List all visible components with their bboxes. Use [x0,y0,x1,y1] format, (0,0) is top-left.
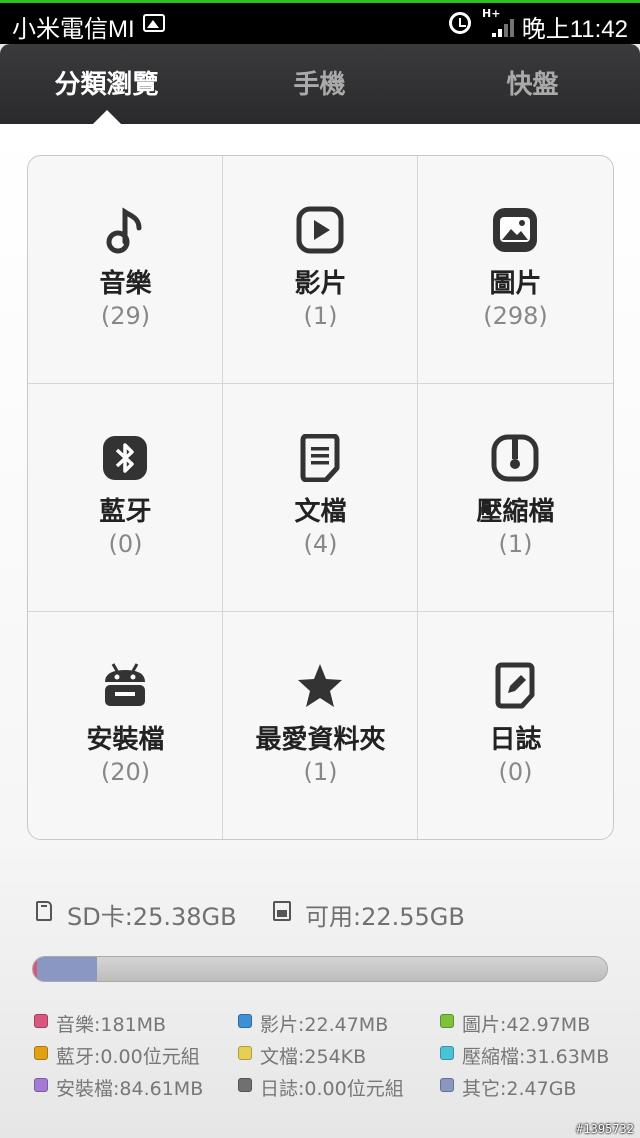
note-edit-icon [495,662,535,709]
category-label: 壓縮檔 [476,497,555,527]
category-count: (0) [498,758,533,786]
video-play-icon [296,206,344,254]
status-bar: 小米電信MI H+ 晚上11:42 [0,0,640,44]
legend-text: 文檔:254KB [260,1046,367,1068]
legend-text: 藍牙:0.00位元組 [56,1046,200,1068]
legend-swatch [238,1046,252,1060]
tab-phone[interactable]: 手機 [213,44,426,124]
legend-swatch [34,1046,48,1060]
carrier-name: 小米電信MI [12,16,135,43]
legend-swatch [440,1078,454,1092]
category-count: (29) [100,302,151,330]
document-icon [300,434,340,482]
category-label: 影片 [294,269,347,299]
bluetooth-icon [103,436,147,480]
category-count: (1) [498,530,533,558]
legend-swatch [238,1014,252,1028]
picture-icon [493,208,537,252]
signal-icon [492,17,520,37]
legend-swatch [440,1014,454,1028]
legend-text: 日誌:0.00位元組 [260,1078,404,1100]
music-note-icon [106,207,142,254]
legend-swatch [238,1078,252,1092]
category-document[interactable]: 文檔 (4) [223,384,418,611]
sd-card-icon [36,901,52,921]
category-archive[interactable]: 壓縮檔 (1) [418,384,613,611]
category-count: (4) [303,530,338,558]
category-label: 文檔 [294,497,347,527]
legend-text: 安裝檔:84.61MB [56,1078,204,1100]
main-content: 音樂 (29) 影片 (1) 圖片 (298) 藍牙 (0) 文檔 (4) 壓縮… [0,124,640,1138]
category-count: (20) [100,758,151,786]
screenshot-notification-icon [143,14,165,32]
legend-swatch [34,1078,48,1092]
clock: 晚上11:42 [521,16,628,43]
category-log[interactable]: 日誌 (0) [418,612,613,839]
category-picture[interactable]: 圖片 (298) [418,156,613,383]
star-icon [298,664,342,707]
category-count: (0) [108,530,143,558]
legend-swatch [34,1014,48,1028]
category-video[interactable]: 影片 (1) [223,156,418,383]
legend-text: 音樂:181MB [56,1014,167,1036]
category-label: 最愛資料夾 [255,725,386,755]
archive-icon [491,434,539,482]
legend-text: 其它:2.47GB [462,1078,577,1100]
available-storage-icon [273,901,291,921]
category-label: 圖片 [489,269,542,299]
category-apk[interactable]: 安裝檔 (20) [28,612,223,839]
category-label: 日誌 [489,725,542,755]
category-favorites[interactable]: 最愛資料夾 (1) [223,612,418,839]
sd-capacity: SD卡:25.38GB [67,903,237,931]
category-count: (1) [303,758,338,786]
category-music[interactable]: 音樂 (29) [28,156,223,383]
category-label: 藍牙 [99,497,152,527]
watermark: #1395732 [576,1122,634,1136]
category-label: 安裝檔 [86,725,165,755]
active-tab-indicator [92,110,122,125]
android-icon [105,663,145,706]
legend-swatch [440,1046,454,1060]
tab-kuaipan[interactable]: 快盤 [426,44,639,124]
category-label: 音樂 [99,269,152,299]
alarm-icon [449,12,471,34]
usage-segment [37,957,97,981]
category-grid: 音樂 (29) 影片 (1) 圖片 (298) 藍牙 (0) 文檔 (4) 壓縮… [27,155,614,840]
storage-usage-bar [32,956,608,982]
legend-text: 壓縮檔:31.63MB [462,1046,610,1068]
legend-text: 圖片:42.97MB [462,1014,591,1036]
category-count: (298) [483,302,548,330]
category-bluetooth[interactable]: 藍牙 (0) [28,384,223,611]
category-count: (1) [303,302,338,330]
legend-text: 影片:22.47MB [260,1014,389,1036]
available-capacity: 可用:22.55GB [305,903,465,931]
